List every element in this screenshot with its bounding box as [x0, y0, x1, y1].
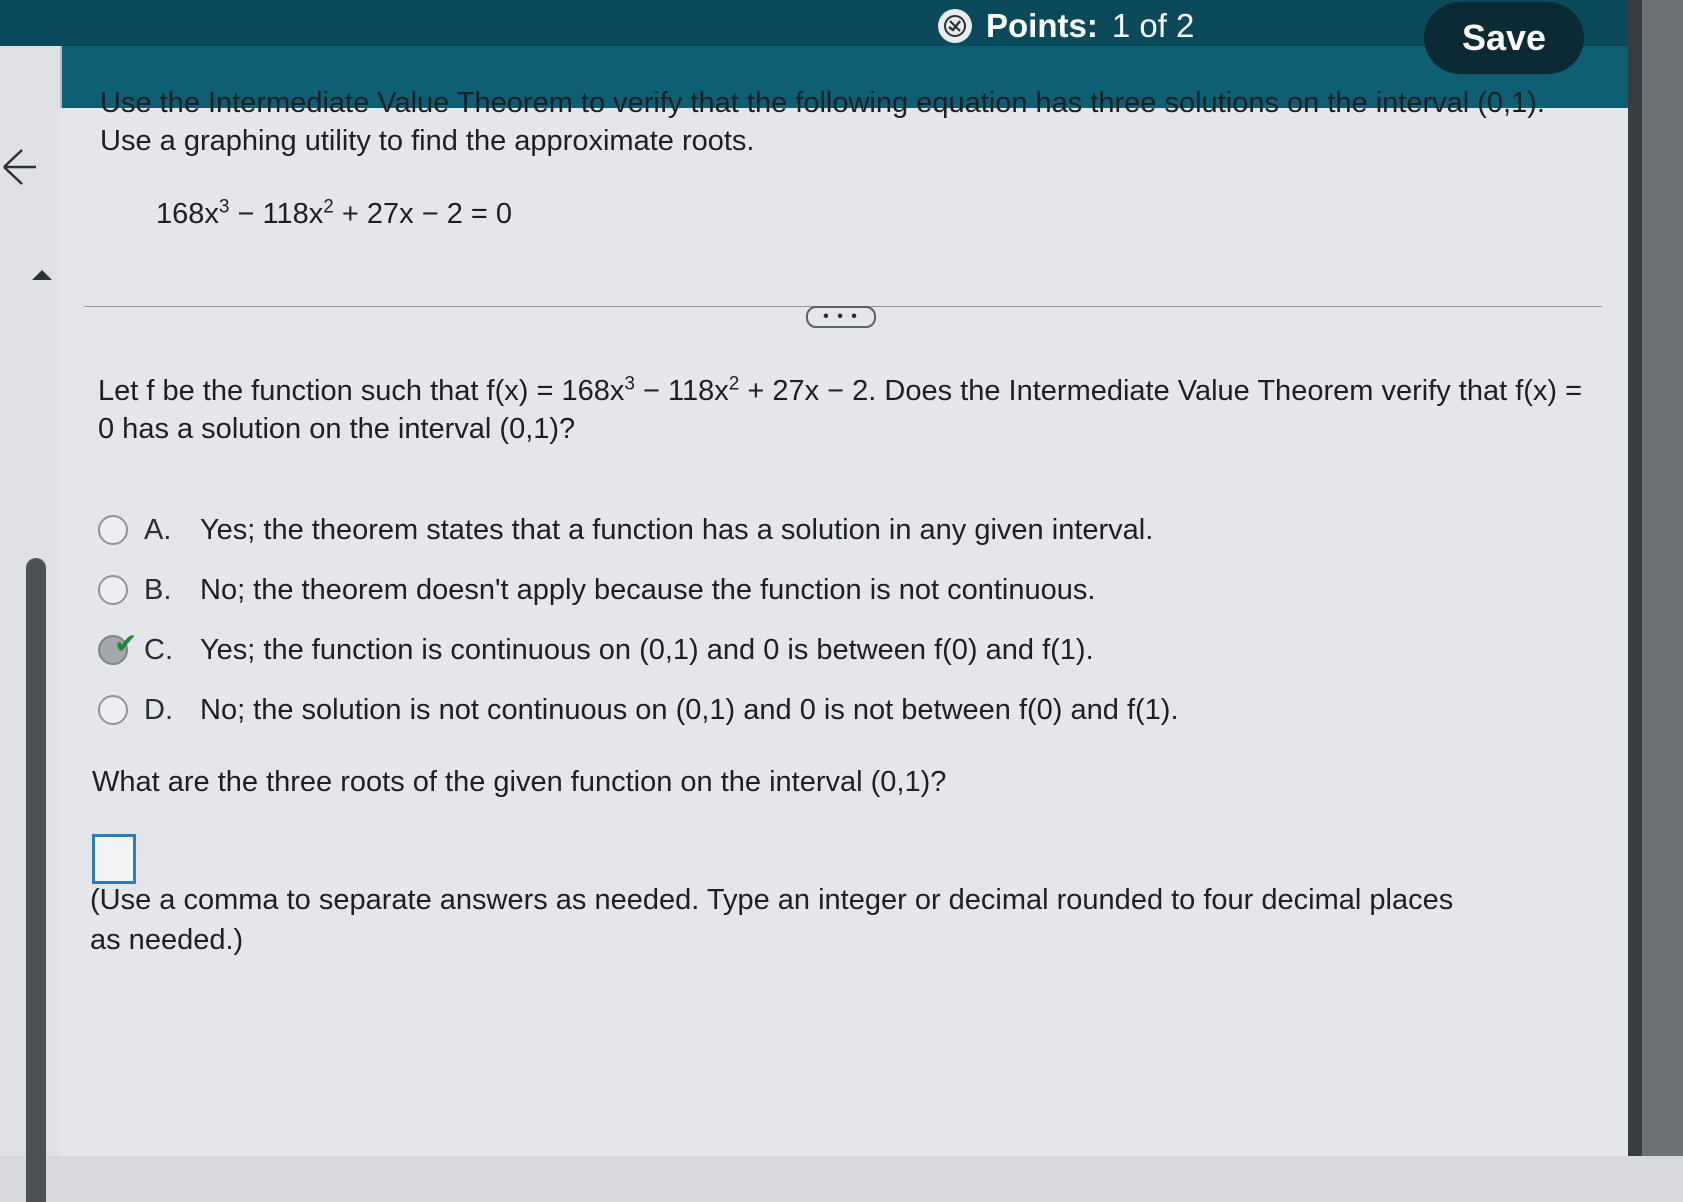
option-b-letter: B.: [144, 573, 172, 606]
option-a-text: Yes; the theorem states that a function …: [200, 513, 1154, 546]
scrollbar[interactable]: [26, 558, 46, 1202]
option-c-letter: C.: [144, 633, 173, 666]
part1-question: Let f be the function such that f(x) = 1…: [98, 373, 1583, 445]
back-arrow-icon[interactable]: [0, 142, 40, 192]
partial-credit-icon: [938, 9, 972, 43]
option-d-text: No; the solution is not continuous on (0…: [200, 693, 1179, 726]
screen-bezel: [1628, 0, 1683, 1156]
bezel-edge: [1628, 0, 1642, 1156]
option-d[interactable]: D. No; the solution is not continuous on…: [98, 680, 1179, 740]
option-b-radio[interactable]: [98, 575, 128, 605]
roots-answer-input[interactable]: [92, 834, 136, 884]
option-c-text: Yes; the function is continuous on (0,1)…: [200, 633, 1094, 666]
option-b-text: No; the theorem doesn't apply because th…: [200, 573, 1096, 606]
option-c[interactable]: ✔ C. Yes; the function is continuous on …: [98, 620, 1179, 680]
header-top-band: [0, 0, 1628, 46]
expand-more-button[interactable]: • • •: [806, 306, 876, 328]
problem-equation: 168x3 − 118x2 + 27x − 2 = 0: [156, 196, 513, 230]
option-d-letter: D.: [144, 693, 173, 726]
left-panel: [0, 46, 62, 1202]
answer-options: A. Yes; the theorem states that a functi…: [98, 500, 1179, 740]
points-value: 1 of 2: [1111, 7, 1195, 44]
collapse-triangle-icon[interactable]: [30, 268, 54, 282]
option-d-radio[interactable]: [98, 695, 128, 725]
option-c-radio[interactable]: ✔: [98, 628, 137, 665]
problem-prompt: Use the Intermediate Value Theorem to ve…: [100, 87, 1545, 157]
option-a-radio[interactable]: [98, 515, 128, 545]
answer-hint: (Use a comma to separate answers as need…: [90, 884, 1454, 956]
points-indicator: Points: 1 of 2: [938, 6, 1194, 46]
save-button[interactable]: Save: [1424, 2, 1584, 74]
option-b[interactable]: B. No; the theorem doesn't apply because…: [98, 560, 1179, 620]
option-a[interactable]: A. Yes; the theorem states that a functi…: [98, 500, 1179, 560]
option-a-letter: A.: [144, 513, 172, 546]
correct-check-icon: ✔: [114, 628, 138, 659]
part2-question: What are the three roots of the given fu…: [92, 766, 947, 798]
points-label: Points:: [986, 7, 1098, 44]
